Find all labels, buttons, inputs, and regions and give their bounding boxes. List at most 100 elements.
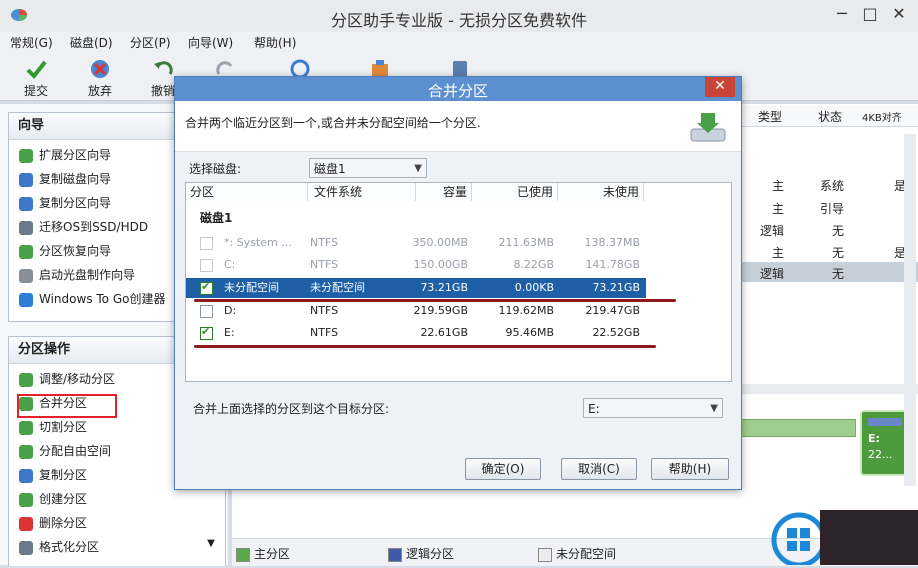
maximize-button[interactable]: □ <box>856 0 884 30</box>
row-checkbox[interactable] <box>200 259 213 272</box>
col-used[interactable]: 已使用 <box>472 183 558 201</box>
dialog-description: 合并两个临近分区到一个,或合并未分配空间给一个分区. <box>185 116 481 130</box>
underline-mark <box>194 345 656 348</box>
discard-button[interactable]: 放弃 <box>80 54 120 98</box>
minimize-button[interactable]: ─ <box>828 0 856 30</box>
bg-row-type: 主 <box>772 246 785 260</box>
op-allocate[interactable]: 分配自由空间 <box>19 441 111 461</box>
chevron-down-icon: ▼ <box>710 403 718 414</box>
target-partition-value: E: <box>588 402 600 416</box>
row-checkbox[interactable] <box>200 237 213 250</box>
corner-dark-block <box>820 510 918 565</box>
legend-unallocated-label: 未分配空间 <box>556 547 617 561</box>
op-resize[interactable]: 调整/移动分区 <box>19 369 115 389</box>
row-cap: 350.00MB <box>412 236 468 249</box>
partition-row[interactable]: *: System ... NTFS 350.00MB 211.63MB 138… <box>186 233 731 253</box>
wizard-item-bootable[interactable]: 启动光盘制作向导 <box>19 265 135 285</box>
op-delete[interactable]: 删除分区 <box>19 513 87 533</box>
horizontal-scrollbar[interactable] <box>738 384 918 394</box>
ok-button[interactable]: 确定(O) <box>465 458 541 480</box>
col-partition[interactable]: 分区 <box>186 183 308 201</box>
row-used: 95.46MB <box>505 326 554 339</box>
dialog-close-button[interactable]: ✕ <box>705 77 735 97</box>
wizard-item-recovery[interactable]: 分区恢复向导 <box>19 241 111 261</box>
commit-label: 提交 <box>23 84 48 98</box>
bg-row-type: 主 <box>772 179 785 193</box>
recovery-icon <box>19 244 33 259</box>
menu-wizard[interactable]: 向导(W) <box>188 34 233 51</box>
row-checkbox[interactable] <box>200 322 213 342</box>
menu-disk[interactable]: 磁盘(D) <box>70 34 113 51</box>
row-used: 0.00KB <box>514 281 554 294</box>
op-copy[interactable]: 复制分区 <box>19 465 87 485</box>
menu-help[interactable]: 帮助(H) <box>254 34 296 51</box>
create-icon <box>19 492 33 507</box>
cancel-button[interactable]: 取消(C) <box>561 458 637 480</box>
col-align: 4KB对齐 <box>862 113 902 124</box>
wizard-item-label: 扩展分区向导 <box>39 148 112 162</box>
right-scrollbar[interactable] <box>904 134 916 486</box>
menu-general[interactable]: 常规(G) <box>10 34 53 51</box>
row-name: C: <box>224 258 236 271</box>
row-fs: NTFS <box>310 236 339 249</box>
row-cap: 219.59GB <box>413 304 468 317</box>
bg-row-status: 无 <box>832 267 845 281</box>
dialog-body: 选择磁盘: 磁盘1 ▼ 分区 文件系统 容量 已使用 未使用 磁盘1 *: Sy… <box>175 152 741 489</box>
row-used: 119.62MB <box>498 304 554 317</box>
split-icon <box>19 420 33 435</box>
dialog-title: 合并分区 <box>427 82 488 100</box>
legend-primary-label: 主分区 <box>254 547 291 561</box>
op-format[interactable]: 格式化分区 <box>19 537 99 557</box>
logical-swatch <box>388 547 402 562</box>
op-split[interactable]: 切割分区 <box>19 417 87 437</box>
row-used: 8.22GB <box>513 258 554 271</box>
copy-partition-icon <box>19 196 33 211</box>
row-cap: 73.21GB <box>420 281 468 294</box>
panel-scroll-down-icon[interactable]: ▼ <box>204 538 218 552</box>
copy-disk-icon <box>19 172 33 187</box>
checkmark-icon <box>25 58 47 80</box>
row-free: 73.21GB <box>592 281 640 294</box>
bg-row-status: 引导 <box>820 202 845 216</box>
partition-row-selected[interactable]: 未分配空间 未分配空间 73.21GB 0.00KB 73.21GB <box>186 277 646 298</box>
row-free: 141.78GB <box>585 258 640 271</box>
row-checkbox[interactable] <box>200 277 213 297</box>
target-partition-dropdown[interactable]: E: ▼ <box>583 398 723 418</box>
menu-partition[interactable]: 分区(P) <box>130 34 171 51</box>
partition-row[interactable]: C: NTFS 150.00GB 8.22GB 141.78GB <box>186 255 731 275</box>
disk-block-e-label: E: <box>868 432 880 445</box>
col-free[interactable]: 未使用 <box>558 183 644 201</box>
col-status: 状态 <box>818 110 843 124</box>
copy-icon <box>19 468 33 483</box>
chevron-down-icon: ▼ <box>414 163 422 174</box>
select-disk-dropdown[interactable]: 磁盘1 ▼ <box>309 158 427 178</box>
row-fs: 未分配空间 <box>310 281 365 294</box>
wizard-item-wtg[interactable]: Windows To Go创建器 <box>19 289 165 309</box>
row-checkbox[interactable] <box>200 305 213 318</box>
commit-button[interactable]: 提交 <box>16 54 56 98</box>
partition-row[interactable]: E: NTFS 22.61GB 95.46MB 22.52GB <box>186 322 731 343</box>
bg-row-type: 主 <box>772 202 785 216</box>
wizard-item-copy-partition[interactable]: 复制分区向导 <box>19 193 111 213</box>
disk-group-label: 磁盘1 <box>200 211 233 225</box>
help-button[interactable]: 帮助(H) <box>651 458 729 480</box>
bg-row-type: 逻辑 <box>760 224 785 238</box>
op-create[interactable]: 创建分区 <box>19 489 87 509</box>
wizard-item-extend[interactable]: 扩展分区向导 <box>19 145 111 165</box>
col-filesystem[interactable]: 文件系统 <box>308 183 416 201</box>
wizard-item-copy-disk[interactable]: 复制磁盘向导 <box>19 169 111 189</box>
wizard-item-label: 复制磁盘向导 <box>39 172 112 186</box>
close-button[interactable]: ✕ <box>884 0 914 30</box>
disk-map-bar <box>738 419 856 437</box>
legend-logical: 逻辑分区 <box>388 545 454 562</box>
wizard-item-label: Windows To Go创建器 <box>39 292 166 306</box>
partition-row[interactable]: D: NTFS 219.59GB 119.62MB 219.47GB <box>186 301 731 321</box>
primary-swatch <box>236 547 250 562</box>
wizard-item-migrate-os[interactable]: 迁移OS到SSD/HDD <box>19 217 148 237</box>
col-capacity[interactable]: 容量 <box>416 183 472 201</box>
legend-logical-label: 逻辑分区 <box>406 547 455 561</box>
extend-icon <box>19 148 33 163</box>
op-label: 分配自由空间 <box>39 444 112 458</box>
dialog-title-bar: 合并分区 ✕ <box>175 77 741 101</box>
row-fs: NTFS <box>310 258 339 271</box>
